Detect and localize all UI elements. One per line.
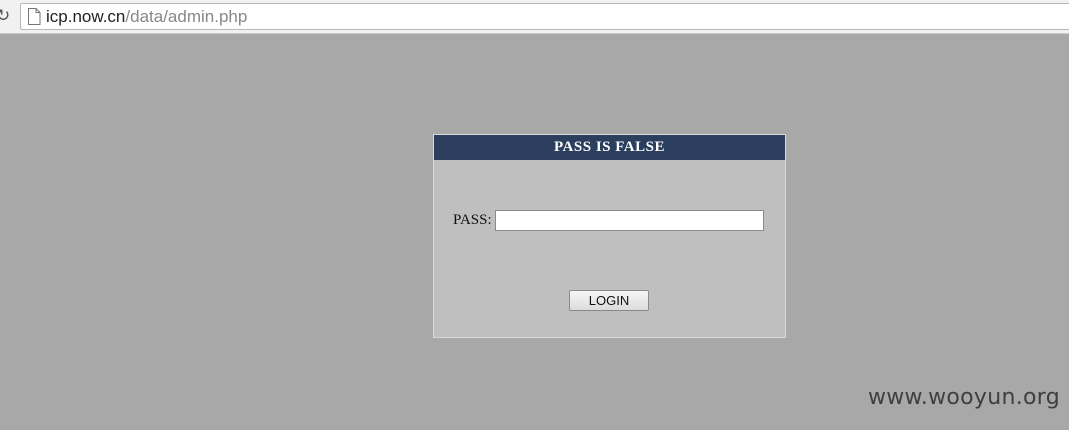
address-url[interactable]: icp.now.cn/data/admin.php — [46, 6, 247, 28]
watermark: www.wooyun.org — [867, 385, 1060, 410]
page-icon — [28, 8, 41, 25]
panel-title: PASS IS FALSE — [434, 135, 785, 160]
login-panel: PASS IS FALSE PASS: LOGIN — [433, 134, 786, 338]
address-bar[interactable]: icp.now.cn/data/admin.php — [20, 3, 1069, 30]
pass-label: PASS: — [453, 212, 492, 228]
login-button[interactable]: LOGIN — [569, 290, 649, 311]
browser-toolbar: ↻ icp.now.cn/data/admin.php — [0, 0, 1069, 34]
pass-input[interactable] — [495, 210, 764, 231]
reload-icon[interactable]: ↻ — [0, 6, 12, 26]
url-path: /data/admin.php — [125, 7, 248, 26]
url-host: icp.now.cn — [46, 7, 126, 26]
